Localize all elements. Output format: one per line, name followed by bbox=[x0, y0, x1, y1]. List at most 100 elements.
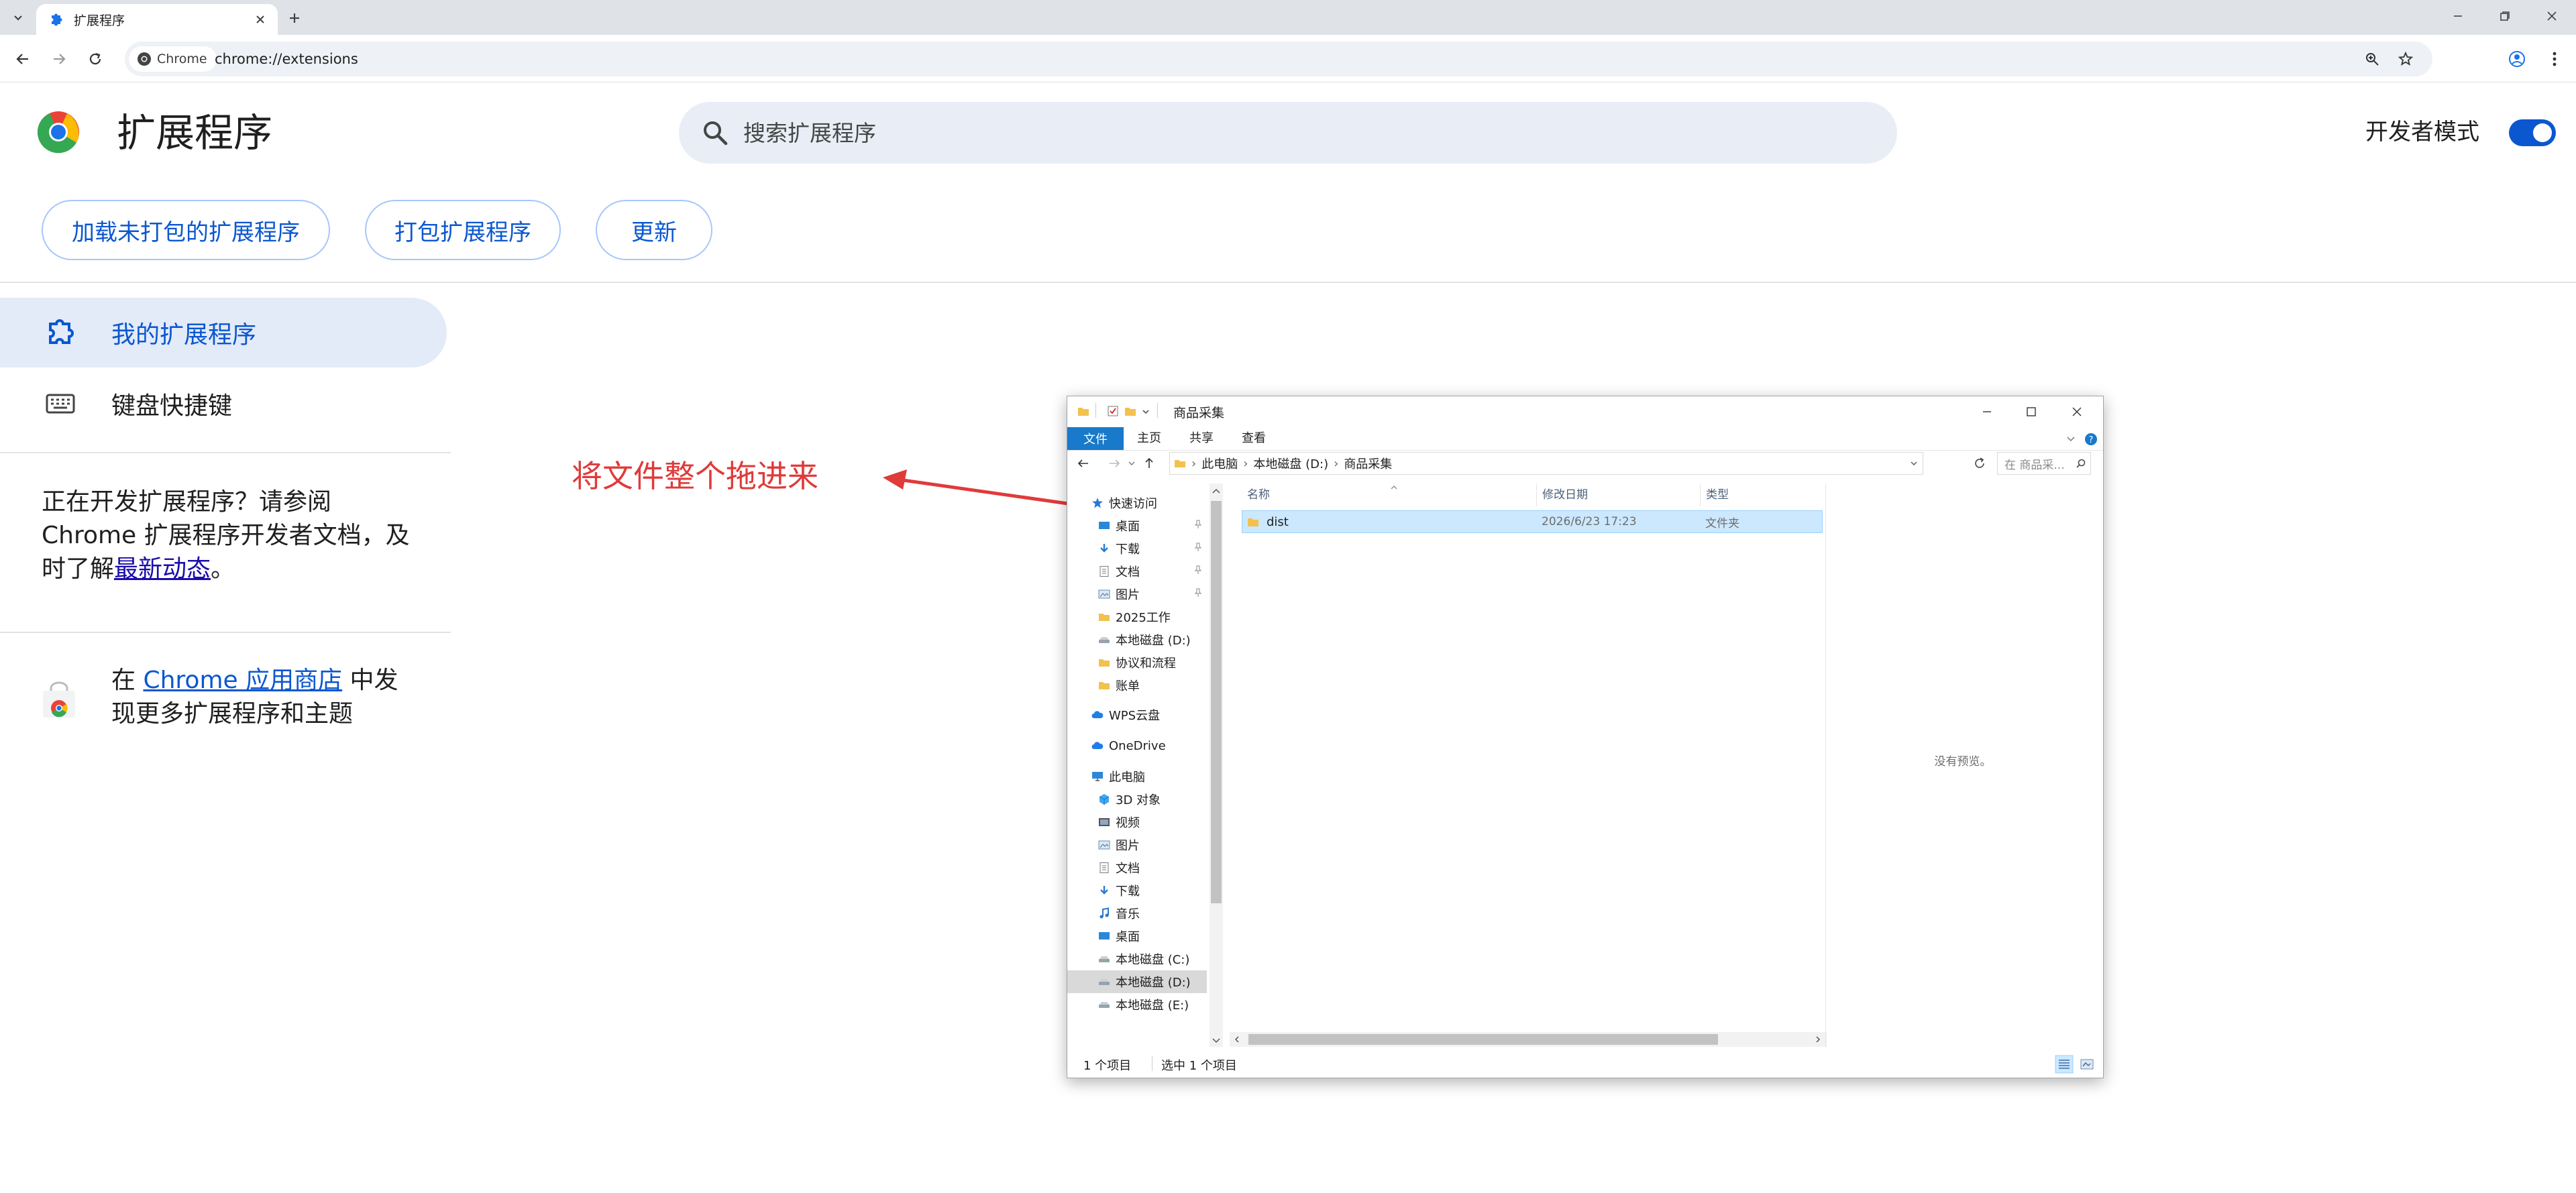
explorer-titlebar: 商品采集 bbox=[1067, 396, 2103, 427]
chevron-down-icon[interactable] bbox=[2065, 434, 2076, 445]
nav-item-label: 本地磁盘 (D:) bbox=[1116, 634, 1191, 648]
bookmark-button[interactable] bbox=[2394, 47, 2418, 71]
nav-item[interactable]: 本地磁盘 (E:) bbox=[1067, 993, 1207, 1016]
explorer-search-box[interactable]: 在 商品采... bbox=[1997, 452, 2091, 475]
tab-search-button[interactable] bbox=[7, 7, 30, 30]
properties-icon[interactable] bbox=[1106, 404, 1120, 418]
update-button[interactable]: 更新 bbox=[596, 200, 712, 260]
load-unpacked-button[interactable]: 加载未打包的扩展程序 bbox=[42, 200, 330, 260]
nav-item[interactable]: 图片 bbox=[1067, 583, 1207, 606]
nav-scrollbar-thumb[interactable] bbox=[1211, 501, 1222, 903]
nav-item[interactable]: 音乐 bbox=[1067, 902, 1207, 925]
pack-extension-button[interactable]: 打包扩展程序 bbox=[365, 200, 561, 260]
download-icon bbox=[1097, 541, 1112, 556]
nav-item-label: 桌面 bbox=[1116, 930, 1140, 944]
ribbon-tab-file[interactable]: 文件 bbox=[1067, 427, 1124, 450]
ribbon-tab-view[interactable]: 查看 bbox=[1242, 427, 1266, 450]
window-close-button[interactable] bbox=[2529, 0, 2575, 32]
chevron-down-icon[interactable] bbox=[1141, 407, 1150, 416]
nav-item[interactable]: 视频 bbox=[1067, 811, 1207, 834]
chevron-down-icon[interactable] bbox=[1128, 459, 1136, 467]
tab-close-button[interactable] bbox=[251, 10, 270, 29]
large-icons-view-icon[interactable] bbox=[2078, 1055, 2096, 1074]
reload-icon bbox=[89, 52, 101, 65]
web-store-link[interactable]: Chrome 应用商店 bbox=[143, 667, 342, 694]
nav-item[interactable]: 协议和流程 bbox=[1067, 651, 1207, 674]
latest-news-link[interactable]: 最新动态 bbox=[114, 555, 211, 583]
nav-item[interactable]: 本地磁盘 (C:) bbox=[1067, 948, 1207, 970]
zoom-button[interactable] bbox=[2360, 47, 2384, 71]
nav-item[interactable]: 文档 bbox=[1067, 856, 1207, 879]
nav-item[interactable]: 2025工作 bbox=[1067, 606, 1207, 628]
nav-item[interactable]: 桌面 bbox=[1067, 514, 1207, 537]
chevron-up-icon[interactable] bbox=[1211, 486, 1222, 497]
extension-search[interactable] bbox=[679, 102, 1897, 164]
search-input[interactable] bbox=[742, 119, 1818, 147]
chevron-right-icon[interactable] bbox=[1813, 1035, 1823, 1044]
close-icon[interactable] bbox=[2071, 406, 2083, 418]
column-header-date[interactable]: 修改日期 bbox=[1537, 484, 1701, 506]
url-text[interactable]: chrome://extensions bbox=[215, 42, 358, 76]
ribbon-tab-share[interactable]: 共享 bbox=[1189, 427, 1214, 450]
refresh-icon[interactable] bbox=[1973, 457, 1986, 470]
forward-button[interactable] bbox=[47, 47, 71, 71]
breadcrumb-item[interactable]: 商品采集 bbox=[1344, 455, 1392, 472]
site-info-chip[interactable]: Chrome bbox=[129, 46, 217, 72]
ribbon-tab-home[interactable]: 主页 bbox=[1137, 427, 1161, 450]
nav-item[interactable]: 下载 bbox=[1067, 537, 1207, 560]
explorer-address-bar[interactable]: › 此电脑 › 本地磁盘 (D:) › 商品采集 bbox=[1169, 452, 1923, 475]
window-restore-button[interactable] bbox=[2482, 0, 2528, 32]
folder-icon bbox=[1097, 655, 1112, 670]
nav-item[interactable]: 文档 bbox=[1067, 560, 1207, 583]
minimize-icon[interactable] bbox=[1981, 406, 1993, 418]
desktop-icon bbox=[1097, 929, 1112, 944]
details-view-icon[interactable] bbox=[2055, 1055, 2074, 1074]
list-hscrollbar-thumb[interactable] bbox=[1248, 1034, 1718, 1045]
nav-item[interactable]: 账单 bbox=[1067, 674, 1207, 697]
column-header-type[interactable]: 类型 bbox=[1701, 484, 1821, 506]
star-icon bbox=[2398, 52, 2413, 66]
file-row-dist[interactable]: dist 2026/6/23 17:23 文件夹 bbox=[1242, 510, 1823, 533]
arrow-right-icon[interactable] bbox=[1108, 457, 1121, 470]
nav-item[interactable]: 此电脑 bbox=[1067, 765, 1207, 788]
nav-item[interactable]: 下载 bbox=[1067, 879, 1207, 902]
chevron-down-icon[interactable] bbox=[1909, 459, 1919, 468]
preview-text: 没有预览。 bbox=[1934, 755, 1992, 769]
profile-button[interactable] bbox=[2505, 47, 2529, 71]
address-bar[interactable]: Chrome chrome://extensions bbox=[125, 42, 2432, 76]
nav-item[interactable]: OneDrive bbox=[1067, 734, 1207, 757]
nav-item[interactable]: 3D 对象 bbox=[1067, 788, 1207, 811]
document-icon bbox=[1097, 564, 1112, 579]
nav-item[interactable]: 快速访问 bbox=[1067, 492, 1207, 514]
chevron-down-icon[interactable] bbox=[1211, 1035, 1222, 1045]
back-button[interactable] bbox=[11, 47, 35, 71]
reload-button[interactable] bbox=[83, 47, 107, 71]
arrow-up-icon[interactable] bbox=[1142, 457, 1156, 470]
explorer-ribbon: 文件 主页 共享 查看 ? bbox=[1067, 427, 2103, 451]
search-icon bbox=[2076, 459, 2086, 468]
nav-item[interactable]: WPS云盘 bbox=[1067, 703, 1207, 726]
nav-item[interactable]: 桌面 bbox=[1067, 925, 1207, 948]
breadcrumb-item[interactable]: 此电脑 bbox=[1201, 455, 1238, 472]
download-icon bbox=[1097, 883, 1112, 898]
nav-item-label: 文档 bbox=[1116, 565, 1140, 579]
dev-mode-toggle[interactable] bbox=[2509, 119, 2556, 146]
nav-item[interactable]: 本地磁盘 (D:) bbox=[1067, 628, 1207, 651]
new-tab-button[interactable] bbox=[284, 8, 305, 28]
browser-tab-extensions[interactable]: 扩展程序 bbox=[36, 4, 278, 35]
browser-menu-button[interactable] bbox=[2542, 47, 2567, 71]
help-icon[interactable]: ? bbox=[2084, 433, 2098, 446]
sidebar-item-my-extensions[interactable]: 我的扩展程序 bbox=[0, 298, 447, 367]
close-icon bbox=[256, 15, 264, 23]
breadcrumb-item[interactable]: 本地磁盘 (D:) bbox=[1253, 455, 1328, 472]
arrow-left-icon[interactable] bbox=[1077, 457, 1090, 470]
new-folder-icon[interactable] bbox=[1124, 404, 1137, 418]
chevron-left-icon[interactable] bbox=[1232, 1035, 1242, 1044]
maximize-icon[interactable] bbox=[2025, 406, 2037, 418]
site-chip-label: Chrome bbox=[157, 52, 207, 66]
nav-item[interactable]: 本地磁盘 (D:) bbox=[1067, 970, 1207, 993]
nav-item-label: 快速访问 bbox=[1109, 497, 1157, 511]
sidebar-item-shortcuts[interactable]: 键盘快捷键 bbox=[0, 369, 447, 439]
window-minimize-button[interactable] bbox=[2435, 0, 2481, 32]
nav-item[interactable]: 图片 bbox=[1067, 834, 1207, 856]
